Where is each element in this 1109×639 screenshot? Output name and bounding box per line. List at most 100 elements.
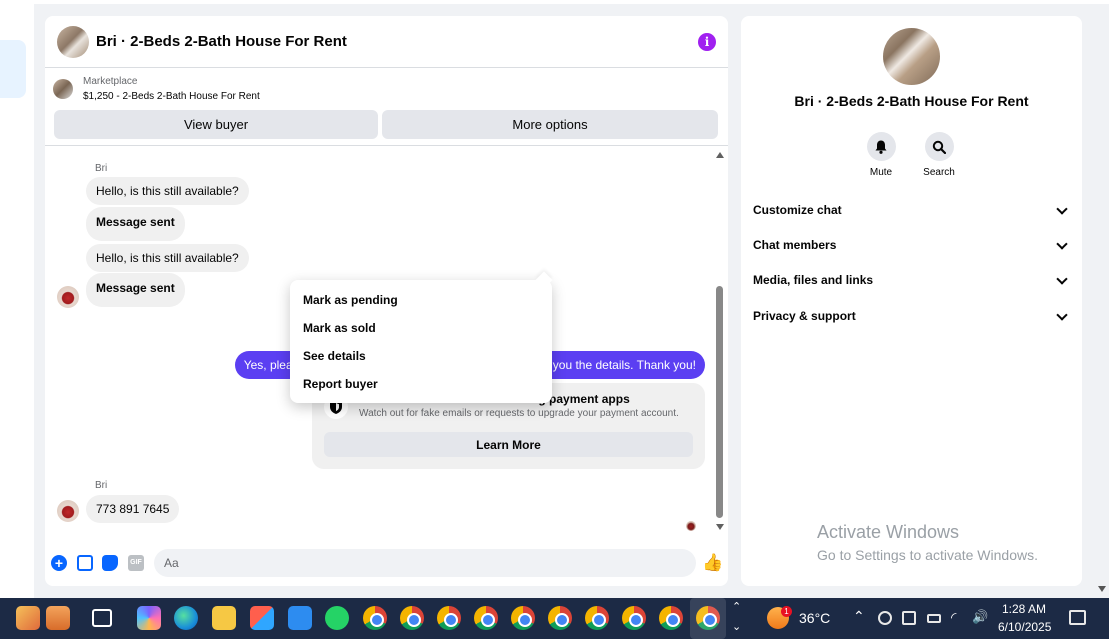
- copilot-icon[interactable]: [137, 606, 161, 630]
- scroll-thumb[interactable]: [716, 286, 723, 518]
- mute-label: Mute: [869, 167, 893, 178]
- top-bar: [34, 0, 1109, 4]
- listing-thumbnail[interactable]: [57, 25, 89, 58]
- chrome-profile-icon[interactable]: [622, 606, 646, 630]
- battery-icon[interactable]: [927, 614, 941, 623]
- chat-title[interactable]: Bri · 2-Beds 2-Bath House For Rent: [96, 33, 347, 50]
- chevron-down-icon: [1056, 309, 1068, 321]
- whatsapp-icon[interactable]: [325, 606, 349, 630]
- menu-item-mark-sold[interactable]: Mark as sold: [290, 314, 552, 342]
- message-bubble[interactable]: Message sent: [86, 273, 185, 307]
- marketplace-listing[interactable]: Marketplace $1,250 - 2-Beds 2-Bath House…: [45, 68, 728, 104]
- plus-icon[interactable]: +: [51, 555, 67, 571]
- listing-summary: $1,250 - 2-Beds 2-Bath House For Rent: [83, 91, 260, 102]
- more-options-button[interactable]: More options: [382, 110, 718, 139]
- chat-members-row[interactable]: Chat members: [753, 238, 1070, 258]
- chat-info-panel: Bri · 2-Beds 2-Bath House For Rent Mute …: [741, 16, 1082, 586]
- mute-button[interactable]: Mute: [861, 132, 901, 178]
- meet-icon[interactable]: [878, 611, 892, 625]
- message-bubble[interactable]: Hello, is this still available?: [86, 244, 249, 272]
- search-button[interactable]: Search: [919, 132, 959, 178]
- menu-item-mark-pending[interactable]: Mark as pending: [290, 286, 552, 314]
- info-icon[interactable]: i: [698, 32, 716, 51]
- chrome-profile-icon[interactable]: [363, 606, 387, 630]
- left-nav-strip: [0, 0, 34, 598]
- marketplace-label: Marketplace: [83, 76, 138, 87]
- message-bubble[interactable]: 773 891 7645: [86, 495, 180, 523]
- panel-title: Bri · 2-Beds 2-Bath House For Rent: [794, 93, 1029, 109]
- clock-date[interactable]: 6/10/2025: [998, 620, 1051, 634]
- sender-name: Bri: [95, 163, 108, 174]
- customize-chat-row[interactable]: Customize chat: [753, 203, 1070, 223]
- menu-item-report-buyer[interactable]: Report buyer: [290, 370, 552, 398]
- message-list: Bri Hello, is this still available? Mess…: [45, 146, 728, 538]
- message-input[interactable]: Aa ☺: [154, 549, 696, 577]
- mail-icon[interactable]: [288, 606, 312, 630]
- seen-receipt-avatar: [686, 521, 696, 531]
- message-bubble[interactable]: Hello, is this still available?: [86, 177, 249, 205]
- chrome-profile-icon[interactable]: [511, 606, 535, 630]
- windows-taskbar: ⌃ ⌄ 1 36°C ⌃ ◜ 🔊 1:28 AM 6/10/2025: [0, 598, 1109, 639]
- microsoft-store-icon[interactable]: [250, 606, 274, 630]
- chevron-down-icon: [1056, 203, 1068, 215]
- task-view-icon[interactable]: [92, 609, 112, 627]
- page-scroll-down-icon[interactable]: [1098, 586, 1106, 592]
- listing-small-thumbnail: [53, 79, 73, 99]
- bell-icon: [866, 132, 896, 161]
- wifi-icon[interactable]: ◜: [951, 609, 956, 626]
- message-input-placeholder: Aa: [164, 556, 179, 570]
- show-hidden-icons-icon[interactable]: ⌃: [853, 608, 865, 625]
- scroll-down-arrow-icon[interactable]: [716, 524, 724, 530]
- chrome-profile-icon[interactable]: [690, 598, 726, 639]
- message-scrollbar[interactable]: [714, 150, 726, 532]
- file-explorer-icon[interactable]: [212, 606, 236, 630]
- view-buyer-button[interactable]: View buyer: [54, 110, 378, 139]
- message-composer: + GIF Aa ☺ 👍: [45, 546, 728, 580]
- search-label: Search: [923, 167, 955, 178]
- chevron-down-icon: [1056, 273, 1068, 285]
- listing-avatar: [883, 28, 940, 85]
- chrome-profile-icon[interactable]: [659, 606, 683, 630]
- more-options-menu: Mark as pending Mark as sold See details…: [290, 280, 552, 403]
- gif-icon[interactable]: GIF: [128, 555, 144, 571]
- avatar[interactable]: [57, 286, 79, 308]
- avatar[interactable]: [57, 500, 79, 522]
- watermark-subtitle: Go to Settings to activate Windows.: [817, 547, 1038, 563]
- taskbar-overflow-up-icon[interactable]: ⌃: [732, 600, 741, 613]
- chrome-profile-icon[interactable]: [585, 606, 609, 630]
- thumbs-up-icon[interactable]: 👍: [702, 554, 723, 571]
- sticker-icon[interactable]: [102, 555, 118, 571]
- privacy-support-row[interactable]: Privacy & support: [753, 309, 1070, 329]
- message-bubble[interactable]: Message sent: [86, 207, 185, 241]
- store-app-icon[interactable]: [46, 606, 70, 630]
- row-label: Media, files and links: [753, 273, 874, 287]
- taskbar-overflow-down-icon[interactable]: ⌄: [732, 620, 741, 633]
- menu-item-see-details[interactable]: See details: [290, 342, 552, 370]
- activate-windows-watermark: Activate Windows Go to Settings to activ…: [817, 522, 1038, 563]
- chrome-profile-icon[interactable]: [400, 606, 424, 630]
- chat-window: Bri · 2-Beds 2-Bath House For Rent i Mar…: [45, 16, 728, 586]
- clock-time[interactable]: 1:28 AM: [1002, 602, 1046, 616]
- learn-more-button[interactable]: Learn More: [324, 432, 693, 457]
- chrome-profile-icon[interactable]: [474, 606, 498, 630]
- chrome-profile-icon[interactable]: [548, 606, 572, 630]
- chevron-down-icon: [1056, 238, 1068, 250]
- row-label: Chat members: [753, 238, 837, 252]
- scroll-up-arrow-icon[interactable]: [716, 152, 724, 158]
- edge-icon[interactable]: [174, 606, 198, 630]
- sender-name: Bri: [95, 480, 108, 491]
- scam-warning-text: Watch out for fake emails or requests to…: [359, 408, 679, 419]
- volume-icon[interactable]: 🔊: [972, 609, 988, 625]
- temperature[interactable]: 36°C: [799, 610, 830, 626]
- row-label: Customize chat: [753, 203, 842, 217]
- chat-header: Bri · 2-Beds 2-Bath House For Rent i: [45, 16, 728, 68]
- chrome-profile-icon[interactable]: [437, 606, 461, 630]
- widgets-icon[interactable]: [16, 606, 40, 630]
- photo-icon[interactable]: [77, 555, 93, 571]
- search-icon: [924, 132, 954, 161]
- media-files-links-row[interactable]: Media, files and links: [753, 273, 1070, 293]
- weather-badge: 1: [781, 606, 792, 617]
- display-icon[interactable]: [902, 611, 916, 625]
- notification-icon[interactable]: [1069, 610, 1086, 625]
- nav-highlight[interactable]: [0, 40, 26, 98]
